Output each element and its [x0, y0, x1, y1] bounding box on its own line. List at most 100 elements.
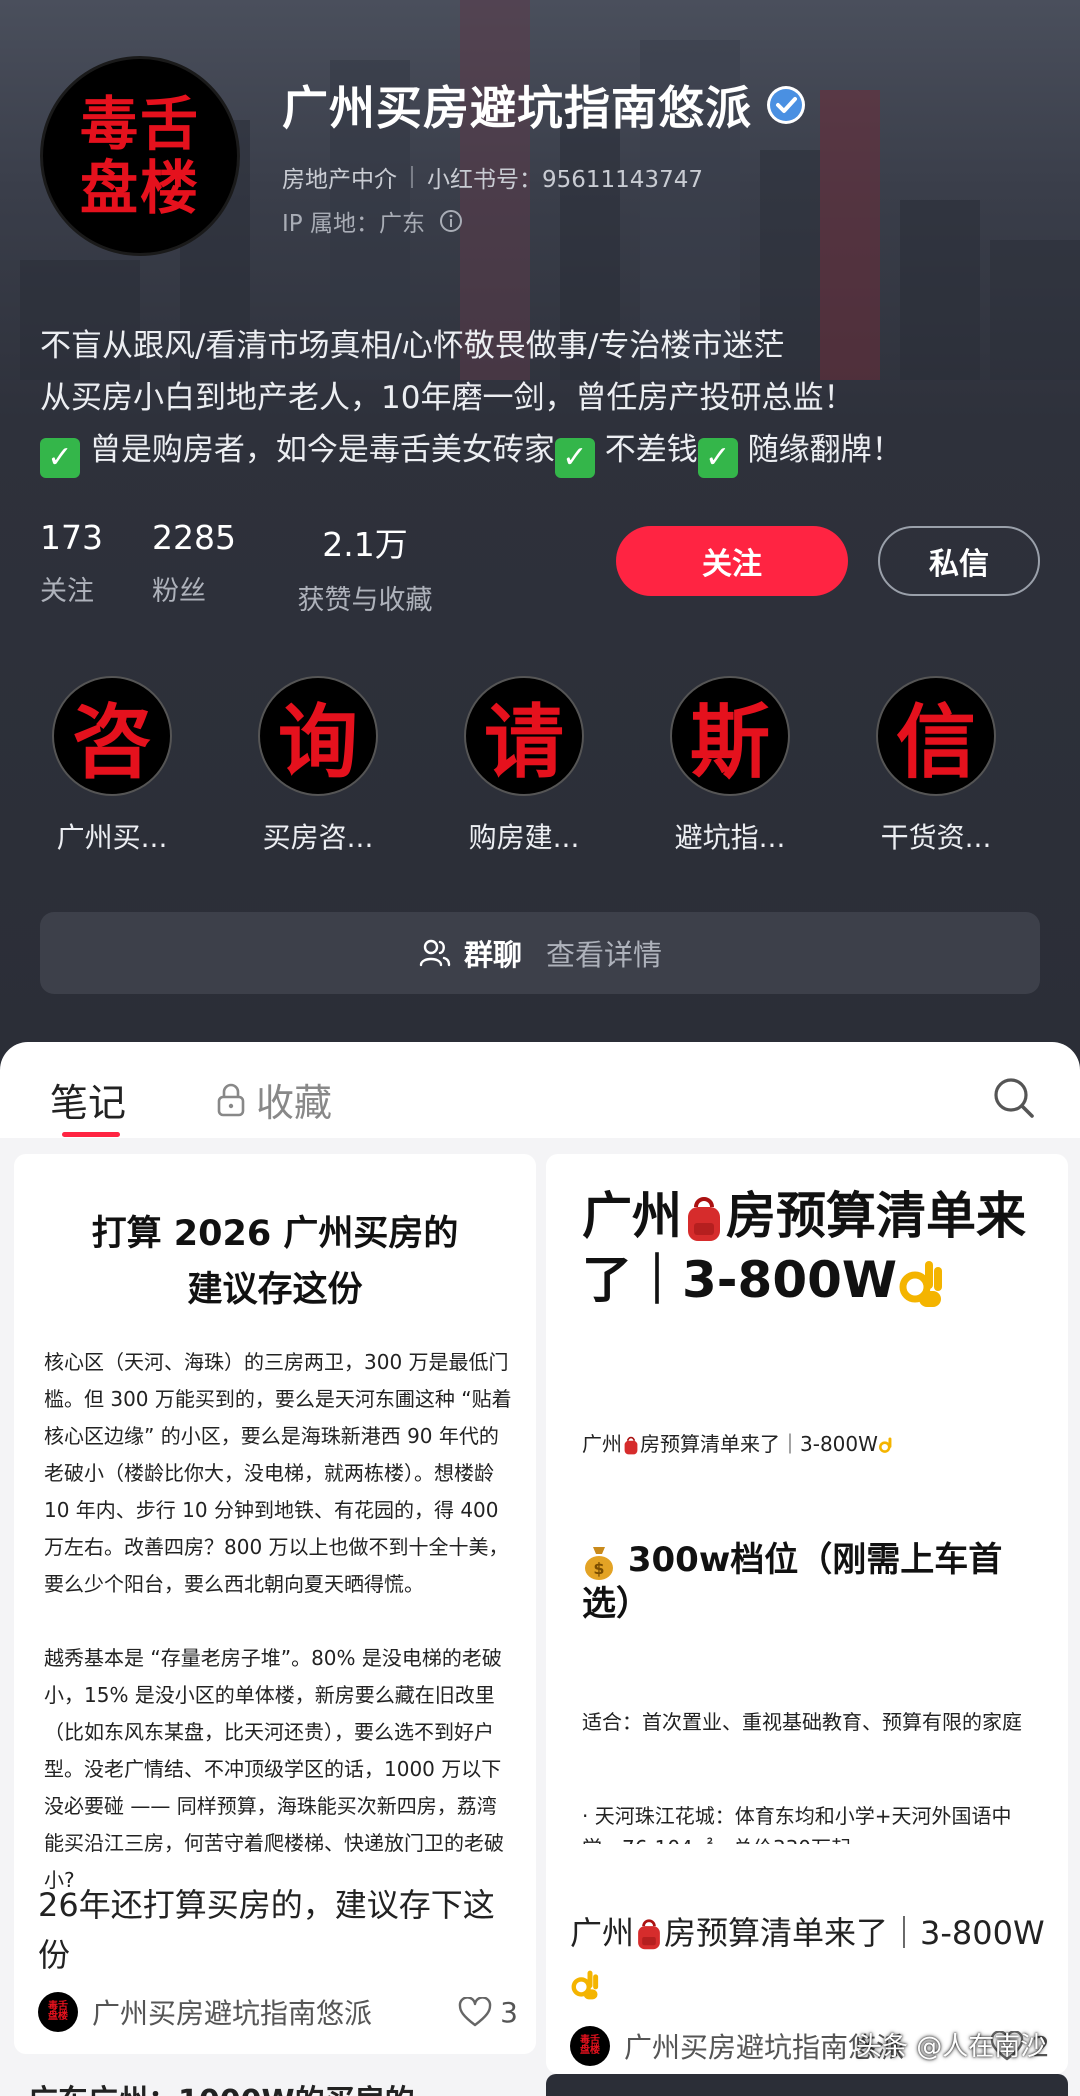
collection-cover-text: 信 — [896, 696, 976, 789]
check-mark-icon: ✓ — [554, 438, 595, 478]
note-caption-text: 广州 — [570, 1914, 635, 1952]
note-caption-text: 房预算清单来了｜3-800W — [664, 1914, 1045, 1952]
next-note-peek[interactable]: 广东广州：1000W的买房的 — [28, 2076, 415, 2096]
collection-label: 干货资... — [880, 821, 992, 854]
profile-name: 广州买房避坑指南悠派 — [282, 81, 752, 135]
bio-segment-2: 不差钱 — [604, 432, 698, 468]
tab-favorites[interactable]: 收藏 — [216, 1072, 332, 1127]
author-avatar[interactable]: 毒舌 盘楼 — [570, 2026, 610, 2066]
divider — [411, 166, 413, 188]
ok-hand-icon — [571, 1970, 599, 2000]
stat-likes[interactable]: 2.1万 获赞与收藏 — [290, 518, 440, 617]
collection-cover-text: 询 — [278, 696, 358, 789]
note-cover-subtitle-text: 广州 — [582, 1432, 622, 1456]
profile-avatar[interactable]: 毒舌 盘楼 — [40, 56, 240, 256]
backpack-icon — [688, 1196, 720, 1241]
note-cover-title-text: 广州 — [582, 1187, 682, 1245]
note-card[interactable]: 广州 房预算清单来了｜3-800W 广州 房预算清单来了｜3-800W $ 300w… — [546, 1154, 1068, 2074]
collection-cover: 信 — [876, 676, 996, 796]
stat-following[interactable]: 173 关注 — [40, 518, 103, 608]
message-button[interactable]: 私信 — [878, 526, 1040, 596]
fans-count: 2285 — [152, 518, 236, 557]
note-caption: 广州 房预算清单来了｜3-800W — [570, 1908, 1050, 2008]
bio-line-1: 不盲从跟风/看清市场真相/心怀敬畏做事/专治楼市迷茫 — [40, 328, 785, 364]
profile-ip-location: IP 属地：广东 — [282, 211, 425, 237]
check-mark-icon: ✓ — [697, 438, 738, 478]
note-author-row: 毒舌 盘楼 广州买房避坑指南悠派 3 — [38, 1992, 518, 2032]
author-avatar[interactable]: 毒舌 盘楼 — [38, 1992, 78, 2032]
stat-fans[interactable]: 2285 粉丝 — [152, 518, 236, 608]
lock-icon — [217, 1083, 245, 1116]
collection-item[interactable]: 请 购房建... — [444, 676, 604, 856]
profile-ip-row: IP 属地：广东 — [282, 204, 463, 238]
note-cover-title: 广州 房预算清单来了｜3-800W — [582, 1184, 1042, 1312]
like-counter[interactable]: 3 — [458, 1996, 518, 2029]
collection-item[interactable]: 斯 避坑指... — [650, 676, 810, 856]
note-cover-title-line: 建议存这份 — [187, 1270, 363, 1310]
bio-line-2: 从买房小白到地产老人，10年磨一剑，曾任房产投研总监！ — [40, 380, 855, 416]
collection-cover-text: 请 — [484, 696, 564, 789]
note-cover-heading: $ 300w档位（刚需上车首选） — [582, 1538, 1042, 1626]
ok-hand-icon — [899, 1260, 943, 1307]
note-cover-title: 打算 2026 广州买房的 建议存这份 — [14, 1206, 536, 1318]
note-cover-title-line: 打算 2026 广州买房的 — [91, 1214, 459, 1254]
collection-cover: 请 — [464, 676, 584, 796]
note-card[interactable]: 打算 2026 广州买房的 建议存这份 核心区（天河、海珠）的三房两卫，300 … — [14, 1154, 536, 2054]
note-cover-paragraph: 越秀基本是 “存量老房子堆”。80% 是没电梯的老破小，15% 是没小区的单体楼… — [44, 1646, 504, 1892]
follow-button[interactable]: 关注 — [616, 526, 848, 596]
collection-label: 广州买... — [56, 821, 168, 854]
note-cover-subtitle: 广州 房预算清单来了｜3-800W — [582, 1428, 896, 1457]
active-tab-indicator — [62, 1132, 120, 1137]
tab-favorites-label: 收藏 — [256, 1081, 333, 1125]
info-icon[interactable] — [439, 209, 463, 233]
note-cover-body: 核心区（天河、海珠）的三房两卫，300 万是最低门槛。但 300 万能买到的，要… — [44, 1344, 514, 1899]
collection-cover: 咨 — [52, 676, 172, 796]
note-cover-heading-text: 300w档位（刚需上车首选） — [582, 1540, 1003, 1624]
ok-hand-icon — [878, 1436, 892, 1453]
note-cover-fit-line: 适合：首次置业、重视基础教育、预算有限的家庭 — [582, 1710, 1022, 1734]
avatar-text-line2: 盘楼 — [79, 154, 200, 222]
notes-panel: 笔记 收藏 打算 2026 广州买房的 建议存这份 核心区（天河、海珠）的三房两… — [0, 1042, 1080, 2096]
check-mark-icon: ✓ — [40, 438, 80, 478]
collection-label: 避坑指... — [674, 821, 786, 854]
following-label: 关注 — [40, 576, 94, 607]
likes-label: 获赞与收藏 — [297, 585, 433, 616]
note-cover-item: · 天河珠江花城：体育东均和小学+天河外国语中学，76-104㎡，总价330万起 — [582, 1804, 1012, 1844]
bio-segment-1: 曾是购房者，如今是毒舌美女砖家 — [89, 432, 555, 468]
profile-meta: 房地产中介 小红书号：95611143747 — [282, 160, 703, 194]
next-note-cover-peek[interactable] — [546, 2074, 1068, 2096]
note-cover-paragraph: 核心区（天河、海珠）的三房两卫，300 万是最低门槛。但 300 万能买到的，要… — [44, 1350, 512, 1596]
collection-cover-text: 咨 — [72, 696, 152, 789]
profile-name-row: 广州买房避坑指南悠派 — [282, 72, 806, 138]
verified-badge-icon — [767, 86, 805, 124]
group-chat-detail: 查看详情 — [546, 938, 663, 972]
svg-text:$: $ — [593, 1559, 604, 1578]
collection-item[interactable]: 咨 广州买... — [32, 676, 192, 856]
collection-item[interactable]: 询 买房咨... — [238, 676, 398, 856]
tab-notes[interactable]: 笔记 — [50, 1072, 126, 1127]
profile-red-id[interactable]: 小红书号：95611143747 — [427, 160, 703, 194]
collection-label: 买房咨... — [262, 821, 374, 854]
like-count: 3 — [500, 1995, 518, 2029]
likes-count: 2.1万 — [322, 525, 408, 564]
profile-bio: 不盲从跟风/看清市场真相/心怀敬畏做事/专治楼市迷茫 从买房小白到地产老人，10… — [40, 320, 1050, 478]
collection-cover-text: 斯 — [690, 696, 770, 789]
collection-label: 购房建... — [468, 821, 580, 854]
backpack-icon — [638, 1919, 660, 1950]
group-chat-label: 群聊 — [463, 938, 522, 972]
search-icon[interactable] — [992, 1076, 1036, 1120]
bio-segment-3: 随缘翻牌！ — [747, 432, 903, 468]
bio-line-3: ✓ 曾是购房者，如今是毒舌美女砖家 ✓ 不差钱 ✓ 随缘翻牌！ — [40, 424, 1050, 478]
collection-cover: 斯 — [670, 676, 790, 796]
collection-item[interactable]: 信 干货资... — [856, 676, 1016, 856]
group-chat-bar[interactable]: 群聊 查看详情 — [40, 912, 1040, 994]
profile-category: 房地产中介 — [282, 167, 397, 193]
backpack-icon — [624, 1436, 638, 1454]
following-count: 173 — [40, 518, 103, 557]
collection-cover: 询 — [258, 676, 378, 796]
author-name[interactable]: 广州买房避坑指南悠派 — [92, 1992, 372, 2032]
avatar-text-line1: 毒舌 — [79, 90, 200, 158]
group-users-icon — [419, 939, 451, 967]
note-cover-subtitle-text: 房预算清单来了｜3-800W — [640, 1432, 878, 1456]
watermark: 头条 @人在南沙 — [856, 2032, 1047, 2062]
